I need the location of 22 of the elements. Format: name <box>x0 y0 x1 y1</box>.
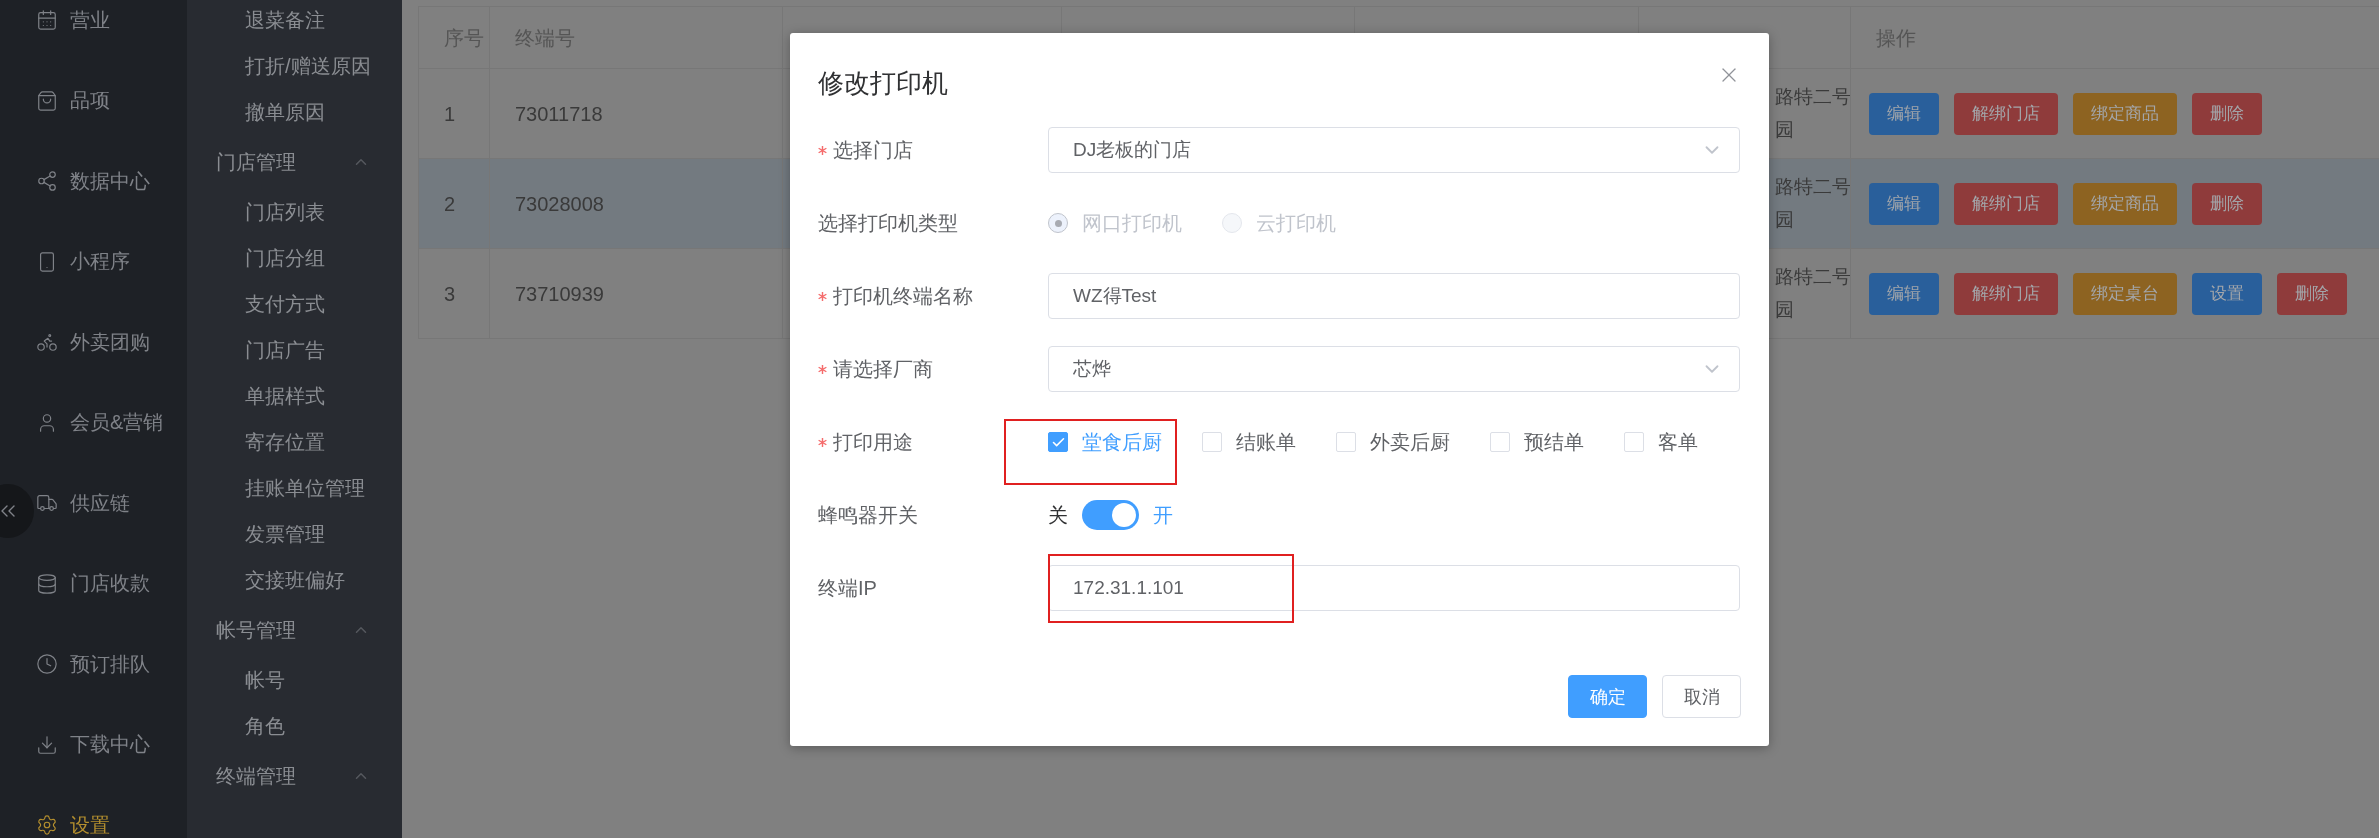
field-label: 终端IP <box>818 575 877 601</box>
field-label: 请选择厂商 <box>833 356 933 382</box>
table-cell: 73011718 <box>490 69 783 158</box>
switch-on-label: 开 <box>1153 502 1173 528</box>
address-text: 路特二号 <box>1775 175 1850 200</box>
table-cell: 73710939 <box>490 249 783 338</box>
switch-off-label: 关 <box>1048 502 1068 528</box>
field-label: 打印用途 <box>833 429 913 455</box>
field-label: 打印机终端名称 <box>833 283 973 309</box>
dialog-title: 修改打印机 <box>818 67 948 100</box>
field-label: 选择门店 <box>833 137 913 163</box>
address-text: 园 <box>1775 297 1795 322</box>
field-label: 选择打印机类型 <box>818 210 958 236</box>
field-label: 蜂鸣器开关 <box>818 502 918 528</box>
address-text: 园 <box>1775 117 1795 142</box>
address-text: 路特二号 <box>1775 85 1850 110</box>
table-cell: 1 <box>419 69 490 158</box>
address-text: 园 <box>1775 207 1795 232</box>
table-cell: 73028008 <box>490 159 783 248</box>
table-cell: 2 <box>419 159 490 248</box>
table-cell: 3 <box>419 249 490 338</box>
address-text: 路特二号 <box>1775 265 1850 290</box>
